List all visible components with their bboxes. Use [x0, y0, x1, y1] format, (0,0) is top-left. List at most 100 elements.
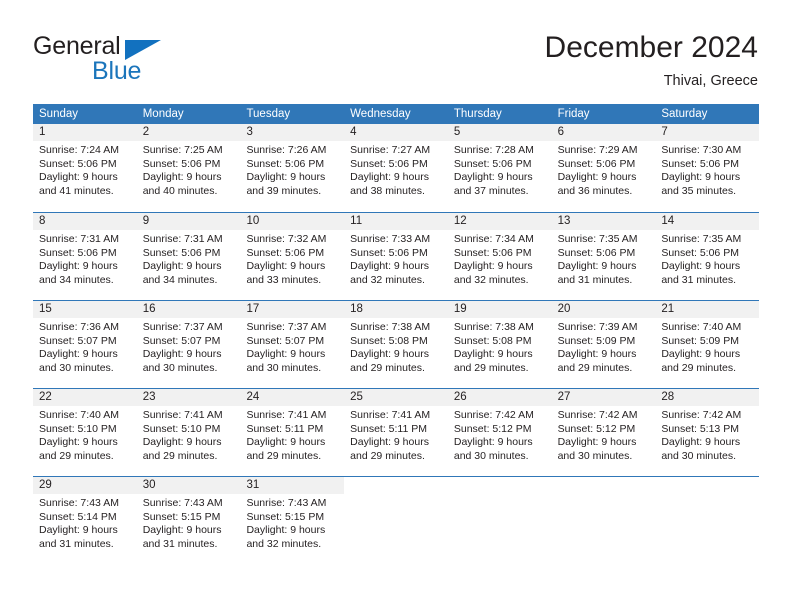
day-details: Sunrise: 7:40 AM Sunset: 5:09 PM Daylight:…	[655, 318, 759, 375]
day-cell[interactable]: 30 Sunrise: 7:43 AM Sunset: 5:15 PM Dayligh…	[136, 477, 241, 564]
weekday-header-sunday: Sunday	[39, 108, 79, 120]
day-cell[interactable]: 13 Sunrise: 7:35 AM Sunset: 5:06 PM Dayligh…	[551, 213, 656, 300]
daylight-text: Daylight: 9 hours	[142, 524, 222, 537]
day-number: 14	[655, 213, 760, 230]
page-title: December 2024	[544, 31, 758, 64]
day-details: Sunrise: 7:30 AM Sunset: 5:06 PM Daylight:…	[655, 141, 759, 198]
sunset-text: Sunset: 5:06 PM	[661, 157, 739, 170]
daylight-text: Daylight: 9 hours	[350, 436, 429, 449]
sunset-text: Sunset: 5:11 PM	[350, 422, 428, 435]
day-number: 28	[655, 389, 760, 406]
sunset-text: Sunset: 5:11 PM	[246, 422, 324, 435]
sunset-text: Sunset: 5:06 PM	[453, 157, 532, 170]
daylight-text: and 29 minutes.	[246, 449, 322, 462]
day-cell[interactable]: 25 Sunrise: 7:41 AM Sunset: 5:11 PM Dayligh…	[344, 389, 448, 476]
day-cell[interactable]: 4 Sunrise: 7:27 AM Sunset: 5:06 PM Daylight…	[344, 124, 448, 212]
daylight-text: and 32 minutes.	[350, 273, 425, 286]
daylight-text: Daylight: 9 hours	[453, 436, 533, 449]
day-cell[interactable]: 10 Sunrise: 7:32 AM Sunset: 5:06 PM Dayligh…	[240, 213, 345, 300]
day-details: Sunrise: 7:29 AM Sunset: 5:06 PM Daylight:…	[552, 141, 656, 198]
daylight-text: and 31 minutes.	[557, 273, 633, 286]
daylight-text: Daylight: 9 hours	[39, 171, 118, 184]
day-cell[interactable]: 11 Sunrise: 7:33 AM Sunset: 5:06 PM Dayligh…	[344, 213, 448, 300]
day-cell[interactable]: 12 Sunrise: 7:34 AM Sunset: 5:06 PM Dayligh…	[447, 213, 552, 300]
day-details: Sunrise: 7:38 AM Sunset: 5:08 PM Daylight:…	[448, 318, 552, 375]
day-cell[interactable]: 9 Sunrise: 7:31 AM Sunset: 5:06 PM Daylight…	[136, 213, 241, 300]
sunset-text: Sunset: 5:06 PM	[557, 157, 636, 170]
sunset-text: Sunset: 5:12 PM	[557, 422, 636, 435]
day-cell[interactable]: 8 Sunrise: 7:31 AM Sunset: 5:06 PM Daylight…	[33, 213, 137, 300]
day-cell[interactable]: 18 Sunrise: 7:38 AM Sunset: 5:08 PM Dayligh…	[344, 301, 448, 388]
sunset-text: Sunset: 5:15 PM	[246, 510, 325, 523]
sunset-text: Sunset: 5:06 PM	[557, 246, 636, 259]
daylight-text: and 29 minutes.	[350, 449, 425, 462]
day-cell[interactable]: 26 Sunrise: 7:42 AM Sunset: 5:12 PM Dayligh…	[447, 389, 552, 476]
day-cell[interactable]: 22 Sunrise: 7:40 AM Sunset: 5:10 PM Dayligh…	[33, 389, 137, 476]
day-cell[interactable]: 1 Sunrise: 7:24 AM Sunset: 5:06 PM Daylight…	[33, 124, 137, 212]
day-cell[interactable]: 15 Sunrise: 7:36 AM Sunset: 5:07 PM Dayligh…	[33, 301, 137, 388]
day-cell[interactable]: 20 Sunrise: 7:39 AM Sunset: 5:09 PM Dayligh…	[551, 301, 656, 388]
day-details: Sunrise: 7:43 AM Sunset: 5:15 PM Daylight:…	[240, 494, 344, 551]
day-cell[interactable]: 29 Sunrise: 7:43 AM Sunset: 5:14 PM Dayligh…	[33, 477, 137, 564]
sunrise-text: Sunrise: 7:25 AM	[142, 144, 223, 156]
daylight-text: and 32 minutes.	[246, 537, 322, 550]
day-number: 9	[136, 213, 241, 230]
day-cell[interactable]: 24 Sunrise: 7:41 AM Sunset: 5:11 PM Dayligh…	[240, 389, 345, 476]
title-block: December 2024 Thivai, Greece	[545, 30, 758, 91]
day-cell[interactable]: 28 Sunrise: 7:42 AM Sunset: 5:13 PM Dayligh…	[655, 389, 760, 476]
day-number: 25	[344, 389, 448, 406]
day-number: 10	[240, 213, 345, 230]
daylight-text: Daylight: 9 hours	[246, 348, 326, 361]
day-cell[interactable]: 27 Sunrise: 7:42 AM Sunset: 5:12 PM Dayligh…	[551, 389, 656, 476]
day-details: Sunrise: 7:41 AM Sunset: 5:11 PM Daylight:…	[344, 406, 448, 463]
daylight-text: Daylight: 9 hours	[350, 171, 429, 184]
day-number	[447, 477, 552, 494]
location-label: Thivai, Greece	[663, 73, 758, 89]
daylight-text: and 34 minutes.	[142, 273, 218, 286]
day-cell[interactable]: 7 Sunrise: 7:30 AM Sunset: 5:06 PM Daylight…	[655, 124, 760, 212]
weekday-header-tuesday: Tuesday	[246, 108, 291, 120]
day-number: 12	[447, 213, 552, 230]
daylight-text: and 31 minutes.	[39, 537, 114, 550]
day-number: 19	[447, 301, 552, 318]
sunrise-text: Sunrise: 7:42 AM	[453, 409, 534, 421]
day-details: Sunrise: 7:37 AM Sunset: 5:07 PM Daylight:…	[137, 318, 241, 375]
day-details	[655, 494, 759, 497]
day-cell[interactable]: 17 Sunrise: 7:37 AM Sunset: 5:07 PM Dayligh…	[240, 301, 345, 388]
sunrise-text: Sunrise: 7:42 AM	[557, 409, 638, 421]
general-blue-logo[interactable]: General Blue	[33, 32, 263, 90]
day-cell[interactable]: 21 Sunrise: 7:40 AM Sunset: 5:09 PM Dayligh…	[655, 301, 760, 388]
sunrise-text: Sunrise: 7:35 AM	[661, 233, 742, 245]
day-cell-empty	[655, 477, 760, 564]
day-number	[344, 477, 448, 494]
daylight-text: Daylight: 9 hours	[39, 436, 118, 449]
sunset-text: Sunset: 5:07 PM	[142, 334, 221, 347]
day-cell[interactable]: 16 Sunrise: 7:37 AM Sunset: 5:07 PM Dayligh…	[136, 301, 241, 388]
day-details: Sunrise: 7:39 AM Sunset: 5:09 PM Daylight:…	[552, 318, 656, 375]
sunrise-text: Sunrise: 7:41 AM	[350, 409, 431, 421]
daylight-text: Daylight: 9 hours	[350, 260, 429, 273]
day-cell[interactable]: 5 Sunrise: 7:28 AM Sunset: 5:06 PM Daylight…	[447, 124, 552, 212]
day-number	[551, 477, 656, 494]
day-cell[interactable]: 19 Sunrise: 7:38 AM Sunset: 5:08 PM Dayligh…	[447, 301, 552, 388]
day-cell[interactable]: 23 Sunrise: 7:41 AM Sunset: 5:10 PM Dayligh…	[136, 389, 241, 476]
day-number: 21	[655, 301, 760, 318]
week-row: 29 Sunrise: 7:43 AM Sunset: 5:14 PM Dayligh…	[33, 476, 760, 564]
sunset-text: Sunset: 5:06 PM	[142, 246, 221, 259]
daylight-text: Daylight: 9 hours	[142, 348, 222, 361]
day-details: Sunrise: 7:35 AM Sunset: 5:06 PM Daylight:…	[655, 230, 759, 287]
logo-text-general: General	[33, 32, 121, 60]
sunrise-text: Sunrise: 7:41 AM	[142, 409, 223, 421]
day-cell[interactable]: 3 Sunrise: 7:26 AM Sunset: 5:06 PM Daylight…	[240, 124, 345, 212]
daylight-text: and 30 minutes.	[453, 449, 529, 462]
day-cell[interactable]: 14 Sunrise: 7:35 AM Sunset: 5:06 PM Dayligh…	[655, 213, 760, 300]
sunset-text: Sunset: 5:06 PM	[246, 246, 325, 259]
daylight-text: and 30 minutes.	[557, 449, 633, 462]
sunrise-text: Sunrise: 7:29 AM	[557, 144, 638, 156]
day-cell[interactable]: 6 Sunrise: 7:29 AM Sunset: 5:06 PM Daylight…	[551, 124, 656, 212]
day-cell[interactable]: 2 Sunrise: 7:25 AM Sunset: 5:06 PM Daylight…	[136, 124, 241, 212]
sunrise-text: Sunrise: 7:40 AM	[661, 321, 742, 333]
day-details: Sunrise: 7:25 AM Sunset: 5:06 PM Daylight:…	[137, 141, 241, 198]
day-details	[448, 494, 552, 497]
day-cell[interactable]: 31 Sunrise: 7:43 AM Sunset: 5:15 PM Dayligh…	[240, 477, 345, 564]
